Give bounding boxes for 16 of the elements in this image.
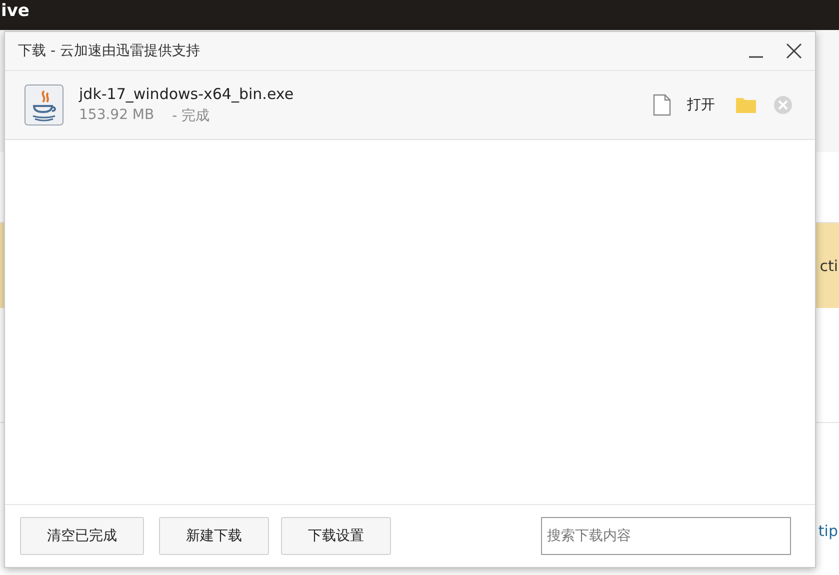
banner-text: cti [820, 256, 838, 274]
download-item[interactable]: jdk-17_windows-x64_bin.exe 153.92 MB - 完成 打开 [5, 71, 815, 140]
window-title: 下载 - 云加速由迅雷提供支持 [18, 42, 200, 60]
footer-button[interactable]: 清空已完成 [20, 517, 144, 555]
java-file-icon [24, 84, 64, 126]
close-icon[interactable] [785, 42, 803, 60]
download-status: - 完成 [172, 107, 210, 125]
open-link[interactable]: 打开 [687, 96, 715, 114]
file-size: 153.92 MB [79, 107, 154, 125]
search-field[interactable]: 搜索下载内容 [541, 517, 791, 555]
page-header-text: ive [1, 1, 30, 21]
page-link[interactable]: tip [818, 522, 838, 540]
file-icon[interactable] [653, 94, 671, 116]
file-name: jdk-17_windows-x64_bin.exe [79, 85, 295, 103]
footer-button[interactable]: 下载设置 [281, 517, 391, 555]
footer-button[interactable]: 新建下载 [159, 517, 269, 555]
